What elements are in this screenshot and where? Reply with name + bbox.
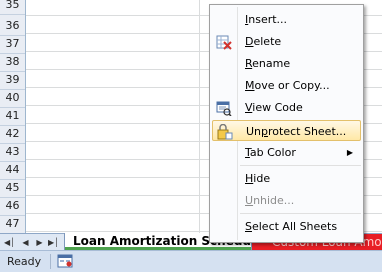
access-key: I xyxy=(245,13,249,26)
status-ready: Ready xyxy=(7,255,42,268)
menu-item-label: Insert... xyxy=(245,13,288,26)
menu-separator xyxy=(240,165,361,166)
row-number[interactable]: 36 xyxy=(0,16,25,36)
menu-separator xyxy=(240,213,361,214)
first-sheet-icon[interactable]: ◀│ xyxy=(4,236,15,249)
row-header: 35 36 37 38 39 40 41 42 43 44 45 46 47 xyxy=(0,0,26,233)
row-number[interactable]: 40 xyxy=(0,88,25,108)
menu-item-unhide: Unhide... xyxy=(212,190,361,211)
previous-sheet-icon[interactable]: ◀ xyxy=(20,236,31,249)
access-key: D xyxy=(245,35,254,48)
status-divider xyxy=(50,254,51,269)
row-number[interactable]: 41 xyxy=(0,106,25,126)
sheet-context-menu: Insert... Delete Rename Move or Copy... … xyxy=(209,4,364,243)
view-code-icon xyxy=(216,101,232,116)
access-key: V xyxy=(245,101,253,114)
row-number[interactable]: 38 xyxy=(0,52,25,72)
row-number[interactable]: 39 xyxy=(0,70,25,90)
menu-item-tab-color[interactable]: Tab Color ▶ xyxy=(212,142,361,163)
menu-item-label: Move or Copy... xyxy=(245,79,330,92)
menu-item-view-code[interactable]: View Code xyxy=(212,97,361,118)
row-number[interactable]: 37 xyxy=(0,34,25,54)
last-sheet-icon[interactable]: ▶│ xyxy=(48,236,59,249)
access-key: M xyxy=(245,79,255,92)
row-number[interactable]: 35 xyxy=(0,0,25,15)
access-key: H xyxy=(245,172,254,185)
row-number[interactable]: 45 xyxy=(0,178,25,198)
menu-item-rename[interactable]: Rename xyxy=(212,53,361,74)
menu-item-label: Select All Sheets xyxy=(245,220,338,233)
access-key: R xyxy=(245,57,253,70)
row-number[interactable]: 44 xyxy=(0,160,25,180)
menu-item-label: Rename xyxy=(245,57,291,70)
macro-record-icon[interactable] xyxy=(57,254,73,268)
menu-item-insert[interactable]: Insert... xyxy=(212,9,361,30)
access-key: p xyxy=(261,125,269,138)
access-key: S xyxy=(245,220,252,233)
access-key: T xyxy=(245,146,250,159)
row-number[interactable]: 47 xyxy=(0,214,25,233)
menu-item-move-or-copy[interactable]: Move or Copy... xyxy=(212,75,361,96)
menu-item-select-all-sheets[interactable]: Select All Sheets xyxy=(212,216,361,237)
menu-item-hide[interactable]: Hide xyxy=(212,168,361,189)
status-bar: Ready xyxy=(0,250,382,272)
menu-item-unprotect-sheet[interactable]: Unprotect Sheet... xyxy=(212,120,361,141)
menu-item-label: Delete xyxy=(245,35,282,48)
menu-item-delete[interactable]: Delete xyxy=(212,31,361,52)
menu-item-label: Tab Color xyxy=(245,146,296,159)
access-key: U xyxy=(245,194,254,207)
delete-sheet-icon xyxy=(216,35,232,50)
menu-item-label: Hide xyxy=(245,172,271,185)
row-number[interactable]: 46 xyxy=(0,196,25,216)
row-number[interactable]: 42 xyxy=(0,124,25,144)
row-number[interactable]: 43 xyxy=(0,142,25,162)
submenu-arrow-icon: ▶ xyxy=(346,148,353,157)
menu-item-label: Unprotect Sheet... xyxy=(246,125,347,138)
menu-item-label: Unhide... xyxy=(245,194,295,207)
next-sheet-icon[interactable]: ▶ xyxy=(34,236,45,249)
menu-item-label: View Code xyxy=(245,101,303,114)
unprotect-lock-icon xyxy=(217,124,233,140)
column-line xyxy=(199,0,200,233)
